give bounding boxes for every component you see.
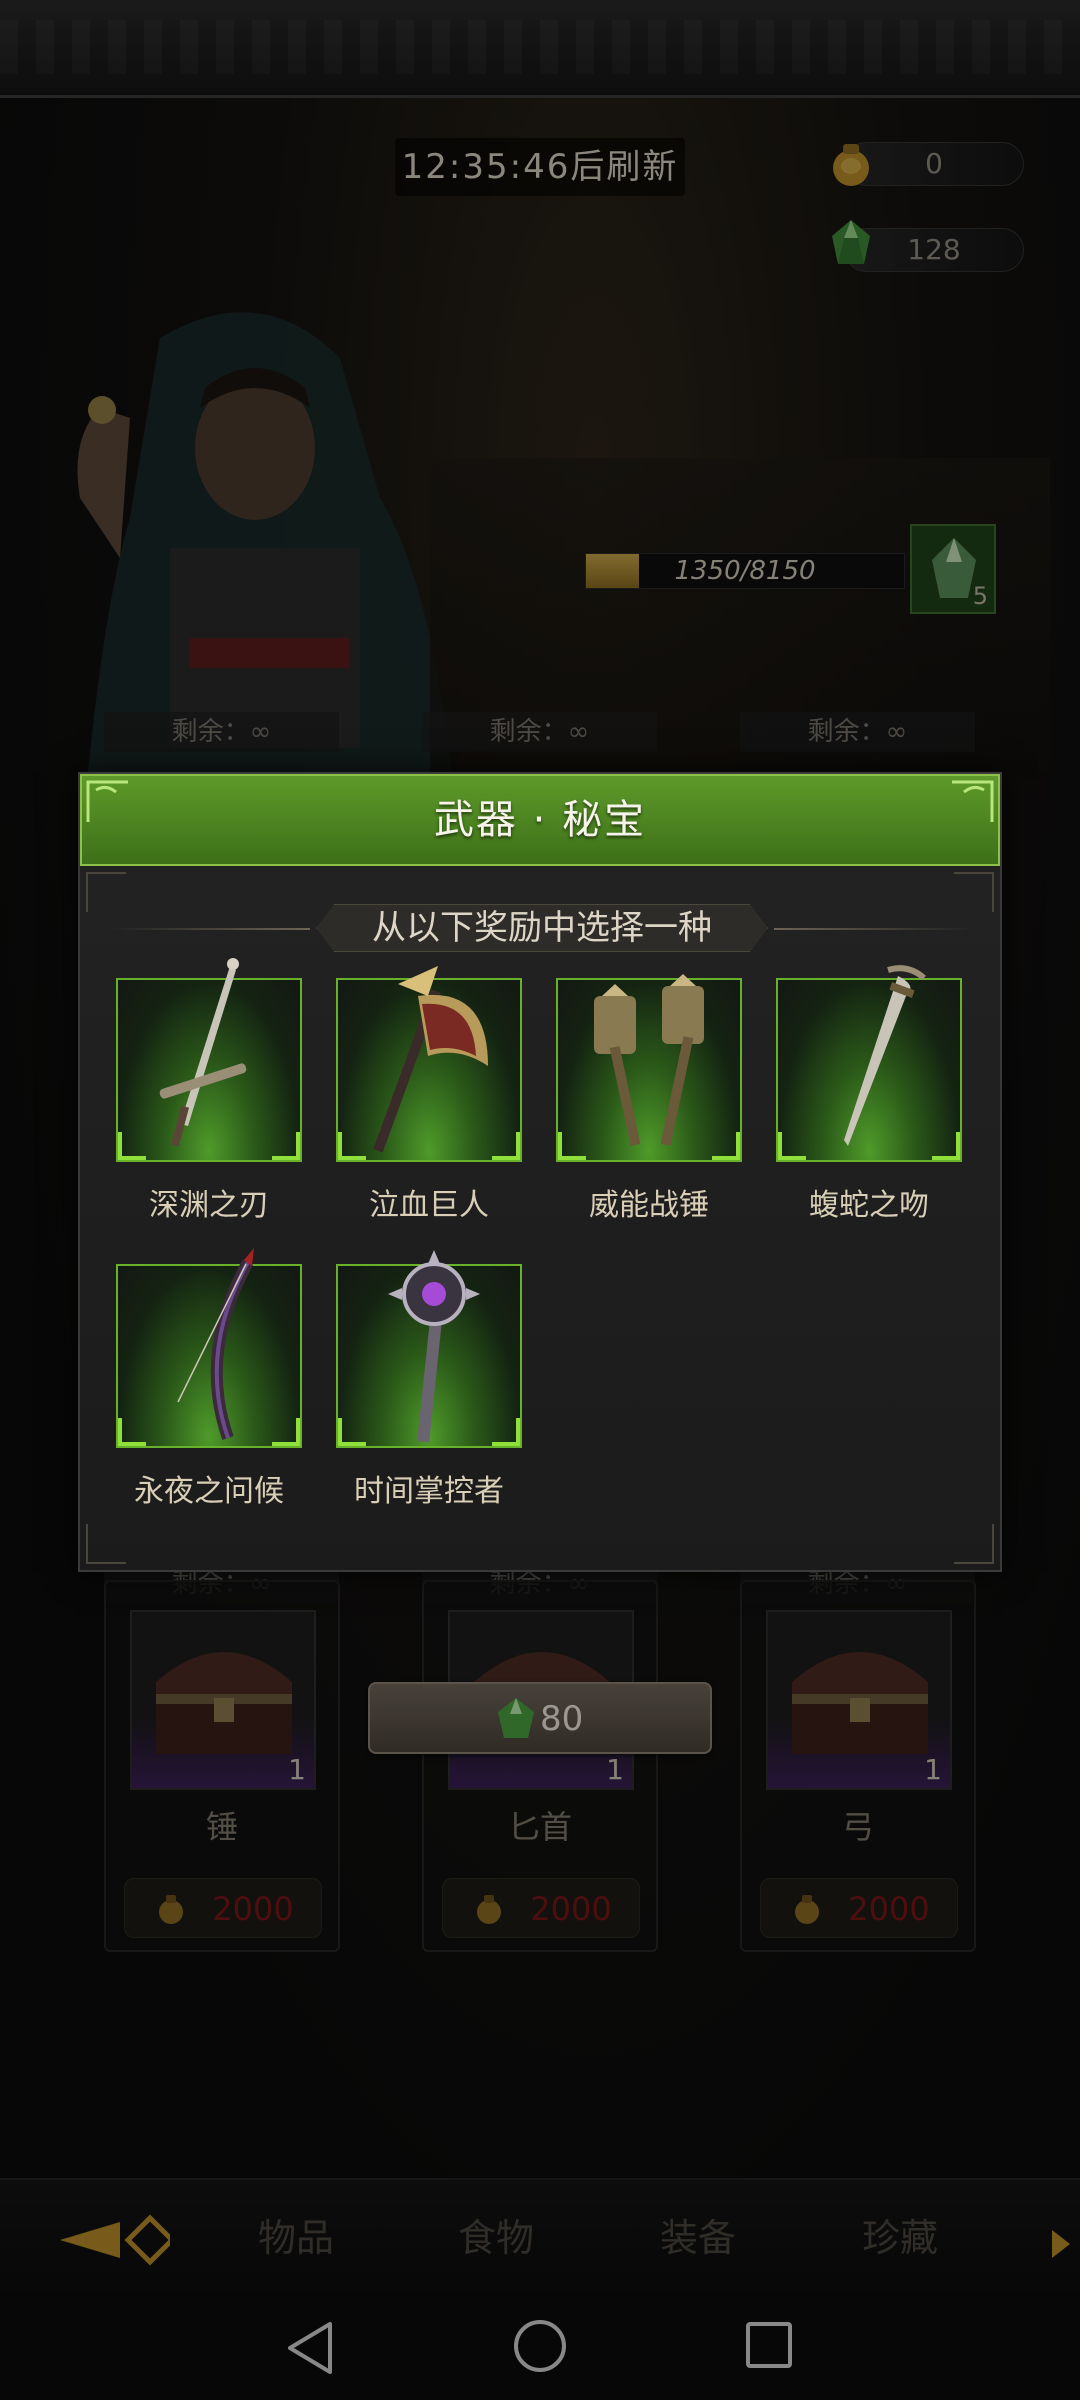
axe-icon (373, 966, 488, 1153)
reward-option-scepter[interactable] (336, 1250, 522, 1448)
corner-decoration (86, 1524, 126, 1564)
reward-option-bow[interactable] (116, 1248, 302, 1448)
dagger-icon (844, 965, 926, 1146)
divider-left (110, 928, 310, 930)
reward-name: 蝮蛇之吻 (809, 1188, 929, 1223)
reward-name: 永夜之问候 (134, 1474, 284, 1509)
dialog-title: 武器 · 秘宝 (433, 797, 647, 843)
divider-right (774, 928, 974, 930)
reward-name: 时间掌控者 (354, 1474, 504, 1509)
bow-icon (177, 1248, 254, 1440)
reward-name: 泣血巨人 (369, 1188, 489, 1223)
reward-name: 威能战锤 (589, 1188, 709, 1223)
reward-name: 深渊之刃 (149, 1188, 269, 1223)
corner-decoration (954, 1524, 994, 1564)
dialog-subtitle: 从以下奖励中选择一种 (316, 904, 768, 952)
reward-option-axe[interactable] (336, 966, 522, 1162)
dialog-header: 武器 · 秘宝 (80, 774, 1000, 866)
reward-option-sword[interactable] (116, 958, 302, 1162)
reward-option-dagger[interactable] (776, 965, 962, 1162)
sword-icon (159, 958, 247, 1147)
corner-decoration (954, 872, 994, 912)
reward-option-hammer[interactable] (556, 974, 742, 1162)
war-hammer-icon (594, 974, 704, 1146)
corner-decoration (86, 872, 126, 912)
scepter-icon (388, 1250, 480, 1443)
reward-choice-dialog: 武器 · 秘宝 从以下奖励中选择一种 深渊之刃 泣血巨人 威能战锤 蝮蛇之吻 永… (78, 772, 1002, 1572)
